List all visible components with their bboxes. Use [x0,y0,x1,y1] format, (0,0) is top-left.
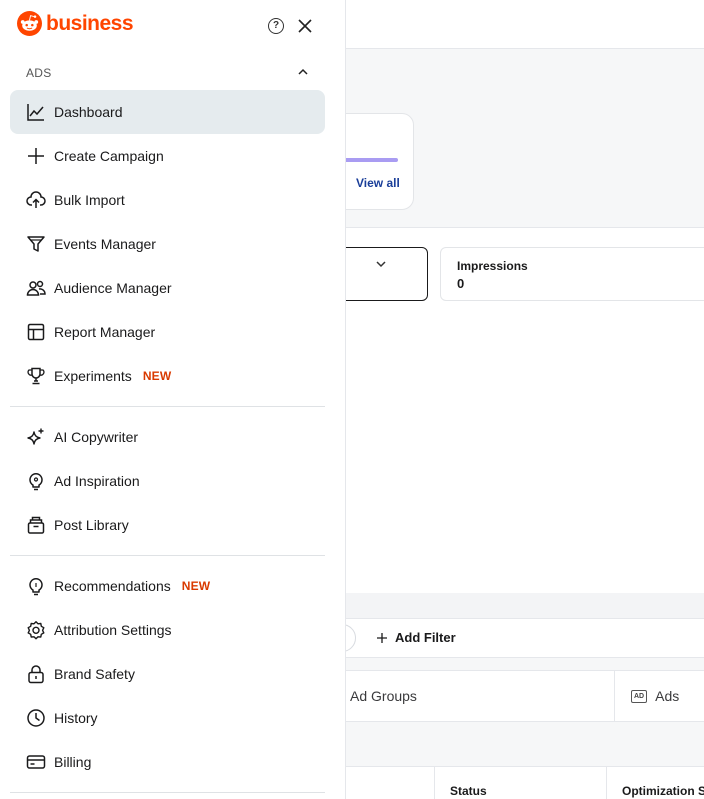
sidebar-item-experiments[interactable]: Experiments NEW [10,354,325,398]
archive-icon [26,515,46,535]
tab-ad-groups[interactable]: Ad Groups [350,688,417,704]
sidebar-item-label: Brand Safety [54,666,135,682]
sidebar-item-dashboard[interactable]: Dashboard [10,90,325,134]
new-badge: NEW [181,579,211,593]
tab-ads-label: Ads [655,688,680,704]
sidebar-item-label: Experiments [54,368,132,384]
sidebar-item-label: Post Library [54,517,129,533]
ad-icon: AD [631,689,648,703]
chart-line-icon [26,102,46,122]
impressions-value: 0 [457,276,465,291]
clock-icon [26,708,46,728]
brand-logo[interactable]: business [17,11,134,36]
divider [10,555,325,556]
impressions-card[interactable]: Impressions 0 [440,247,704,301]
sidebar-item-audience-manager[interactable]: Audience Manager [10,266,325,310]
sidebar-item-label: Audience Manager [54,280,172,296]
progress-bar [341,158,398,162]
sidebar-item-label: History [54,710,98,726]
gear-icon [26,620,46,640]
view-all-link[interactable]: View all [356,176,400,190]
sidebar-item-post-library[interactable]: Post Library [10,503,325,547]
sidebar-item-ai-copywriter[interactable]: AI Copywriter [10,415,325,459]
impressions-label: Impressions [457,259,528,273]
reddit-snoo-icon [17,11,42,36]
sidebar-item-history[interactable]: History [10,696,325,740]
sidebar-item-label: Dashboard [54,104,123,120]
sidebar-item-label: Ad Inspiration [54,473,140,489]
close-icon[interactable] [296,17,314,35]
add-filter-button[interactable]: Add Filter [376,630,456,645]
sidebar-item-label: Bulk Import [54,192,125,208]
lightbulb-icon [26,471,46,491]
section-title-ads: ADS [26,66,52,80]
sidebar-item-ad-inspiration[interactable]: Ad Inspiration [10,459,325,503]
lock-icon [26,664,46,684]
table-icon [26,322,46,342]
sidebar-drawer: business ? ADS Dashboard Create Campaign… [0,0,346,799]
plus-icon [26,146,46,166]
sidebar-item-brand-safety[interactable]: Brand Safety [10,652,325,696]
sidebar-item-label: Report Manager [54,324,156,340]
sidebar-item-billing[interactable]: Billing [10,740,325,784]
sidebar-item-label: Create Campaign [54,148,164,164]
funnel-icon [26,234,46,254]
users-icon [26,278,46,298]
sidebar-item-label: AI Copywriter [54,429,139,445]
sidebar-item-attribution-settings[interactable]: Attribution Settings [10,608,325,652]
sidebar-item-label: Billing [54,754,92,770]
sidebar-item-events-manager[interactable]: Events Manager [10,222,325,266]
chevron-up-icon[interactable] [296,65,310,79]
help-icon[interactable]: ? [268,18,284,34]
chevron-down-icon [375,258,387,270]
sparkle-icon [26,427,46,447]
sidebar-item-label: Recommendations [54,578,171,594]
divider [10,792,325,793]
sidebar-item-report-manager[interactable]: Report Manager [10,310,325,354]
add-filter-label: Add Filter [395,630,456,645]
sidebar-item-recommendations[interactable]: Recommendations NEW [10,564,325,608]
cloud-upload-icon [26,190,46,210]
divider [10,406,325,407]
lightbulb-icon [26,576,46,596]
column-optimization[interactable]: Optimization S [622,784,704,798]
plus-icon [376,632,388,644]
column-status[interactable]: Status [450,784,487,798]
new-badge: NEW [142,369,172,383]
sidebar-item-create-campaign[interactable]: Create Campaign [10,134,325,178]
brand-name: business [46,11,134,35]
credit-card-icon [26,752,46,772]
sidebar-item-label: Events Manager [54,236,156,252]
sidebar-item-label: Attribution Settings [54,622,172,638]
tab-ads[interactable]: AD Ads [631,688,679,704]
trophy-icon [26,366,46,386]
sidebar-item-bulk-import[interactable]: Bulk Import [10,178,325,222]
